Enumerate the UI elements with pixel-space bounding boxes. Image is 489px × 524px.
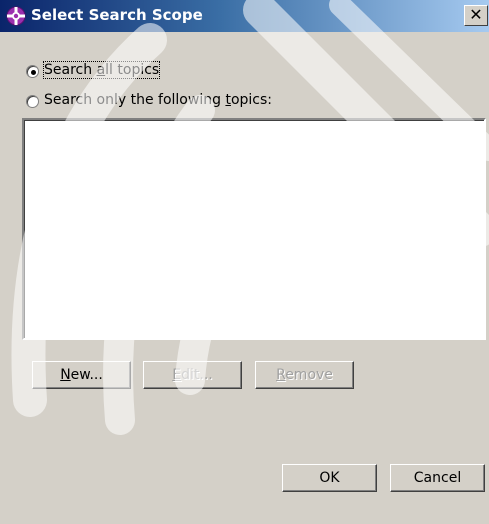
help-scope-icon [6,6,26,26]
remove-button[interactable]: Remove [255,361,354,389]
topics-list[interactable] [22,118,486,340]
radio-indicator-selected [26,65,39,78]
radio-indicator [26,95,39,108]
search-all-topics-label: Search all topics [42,61,161,79]
search-selected-topics-label: Search only the following topics: [44,92,272,108]
title-bar[interactable]: Select Search Scope ✕ [0,0,489,32]
edit-button[interactable]: Edit... [143,361,242,389]
radio-selected-dot [31,70,36,75]
close-button[interactable]: ✕ [464,5,488,26]
select-search-scope-dialog: Select Search Scope ✕ Search all topics … [0,0,489,524]
ok-button[interactable]: OK [282,464,377,492]
close-icon: ✕ [469,5,483,24]
new-button[interactable]: New... [32,361,131,389]
dialog-title: Select Search Scope [31,6,203,24]
cancel-button[interactable]: Cancel [390,464,485,492]
